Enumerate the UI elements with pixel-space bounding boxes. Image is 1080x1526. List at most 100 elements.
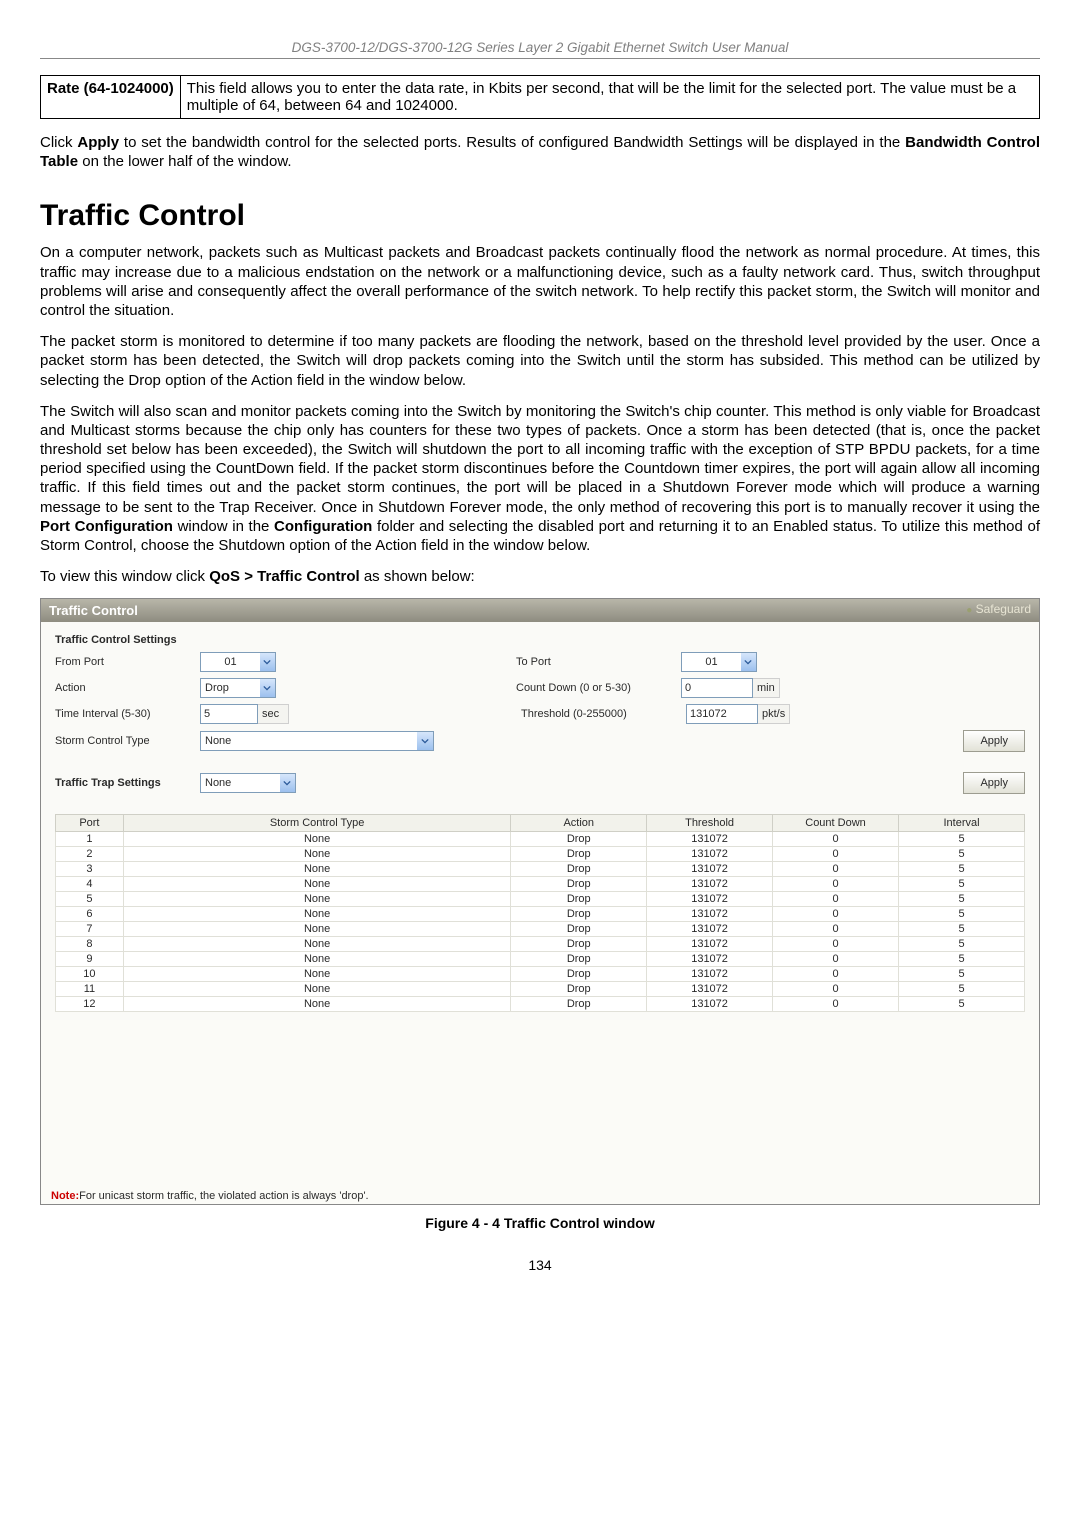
table-cell: Drop [511, 937, 647, 952]
note-label: Note: [51, 1190, 79, 1202]
chevron-down-icon [260, 653, 275, 671]
table-cell: Drop [511, 892, 647, 907]
chevron-down-icon [280, 774, 295, 792]
to-port-select[interactable]: 01 [681, 652, 757, 672]
col-action: Action [511, 815, 647, 832]
table-row: 12NoneDrop13107205 [56, 997, 1025, 1012]
table-row: 8NoneDrop13107205 [56, 937, 1025, 952]
apply-settings-button[interactable]: Apply [963, 730, 1025, 752]
table-cell: None [123, 982, 511, 997]
section-heading: Traffic Control [40, 199, 1040, 233]
table-row: 5NoneDrop13107205 [56, 892, 1025, 907]
text: To view this window click [40, 568, 209, 585]
from-port-value: 01 [201, 656, 260, 668]
col-countdown: Count Down [773, 815, 899, 832]
threshold-input[interactable]: 131072 [686, 704, 758, 724]
from-port-select[interactable]: 01 [200, 652, 276, 672]
table-cell: 131072 [647, 847, 773, 862]
interval-unit: sec [258, 704, 289, 724]
paragraph-2: The packet storm is monitored to determi… [40, 332, 1040, 390]
rate-label: Rate (64-1024000) [41, 76, 181, 119]
safeguard-text: Safeguard [976, 602, 1031, 616]
table-cell: 5 [899, 967, 1025, 982]
chevron-down-icon [417, 732, 433, 750]
table-cell: 5 [899, 907, 1025, 922]
table-cell: 8 [56, 937, 124, 952]
action-select[interactable]: Drop [200, 678, 276, 698]
rate-desc: This field allows you to enter the data … [180, 76, 1039, 119]
chevron-down-icon [260, 679, 275, 697]
table-cell: 131072 [647, 832, 773, 847]
table-cell: Drop [511, 997, 647, 1012]
action-label: Action [55, 682, 200, 694]
text: Click [40, 134, 77, 151]
table-cell: 0 [773, 847, 899, 862]
table-cell: 131072 [647, 952, 773, 967]
countdown-input[interactable]: 0 [681, 678, 753, 698]
paragraph-1: On a computer network, packets such as M… [40, 243, 1040, 320]
traffic-control-window: Traffic Control ● Safeguard Traffic Cont… [40, 598, 1040, 1205]
trap-settings-label: Traffic Trap Settings [55, 777, 200, 789]
interval-label: Time Interval (5-30) [55, 708, 200, 720]
countdown-label: Count Down (0 or 5-30) [516, 682, 681, 694]
table-cell: None [123, 997, 511, 1012]
table-cell: 5 [899, 997, 1025, 1012]
table-cell: Drop [511, 862, 647, 877]
table-cell: 9 [56, 952, 124, 967]
storm-type-select[interactable]: None [200, 731, 434, 751]
table-cell: None [123, 937, 511, 952]
table-cell: 1 [56, 832, 124, 847]
table-cell: None [123, 832, 511, 847]
table-row: 1NoneDrop13107205 [56, 832, 1025, 847]
table-row: 9NoneDrop13107205 [56, 952, 1025, 967]
table-cell: 131072 [647, 967, 773, 982]
table-cell: 131072 [647, 922, 773, 937]
interval-input[interactable]: 5 [200, 704, 258, 724]
table-cell: 131072 [647, 937, 773, 952]
table-cell: None [123, 952, 511, 967]
traffic-control-table: Port Storm Control Type Action Threshold… [55, 814, 1025, 1012]
table-cell: 7 [56, 922, 124, 937]
table-cell: 0 [773, 862, 899, 877]
table-cell: 5 [56, 892, 124, 907]
table-cell: 2 [56, 847, 124, 862]
from-port-label: From Port [55, 656, 200, 668]
action-value: Drop [201, 682, 260, 694]
table-cell: 131072 [647, 982, 773, 997]
col-type: Storm Control Type [123, 815, 511, 832]
table-cell: 5 [899, 892, 1025, 907]
table-cell: None [123, 877, 511, 892]
table-cell: 6 [56, 907, 124, 922]
table-cell: None [123, 862, 511, 877]
table-cell: 131072 [647, 907, 773, 922]
text: to set the bandwidth control for the sel… [119, 134, 905, 151]
table-cell: None [123, 847, 511, 862]
trap-settings-value: None [201, 777, 280, 789]
table-cell: Drop [511, 847, 647, 862]
bold-qospath: QoS > Traffic Control [209, 568, 359, 585]
table-cell: 0 [773, 982, 899, 997]
page-number: 134 [40, 1257, 1040, 1273]
settings-heading: Traffic Control Settings [55, 634, 1025, 646]
table-cell: 131072 [647, 997, 773, 1012]
table-cell: 0 [773, 922, 899, 937]
col-interval: Interval [899, 815, 1025, 832]
table-row: 2NoneDrop13107205 [56, 847, 1025, 862]
countdown-unit: min [753, 678, 780, 698]
table-cell: 5 [899, 832, 1025, 847]
table-cell: 5 [899, 877, 1025, 892]
table-cell: Drop [511, 922, 647, 937]
text: on the lower half of the window. [78, 153, 291, 170]
table-row: 7NoneDrop13107205 [56, 922, 1025, 937]
table-cell: None [123, 892, 511, 907]
rate-table: Rate (64-1024000) This field allows you … [40, 75, 1040, 119]
safeguard-badge: ● Safeguard [966, 602, 1031, 616]
storm-type-value: None [201, 735, 417, 747]
table-cell: 131072 [647, 877, 773, 892]
bold-configuration: Configuration [274, 518, 372, 535]
safeguard-icon: ● [966, 605, 972, 616]
apply-trap-button[interactable]: Apply [963, 772, 1025, 794]
text: window in the [173, 518, 274, 535]
table-cell: 5 [899, 952, 1025, 967]
trap-settings-select[interactable]: None [200, 773, 296, 793]
